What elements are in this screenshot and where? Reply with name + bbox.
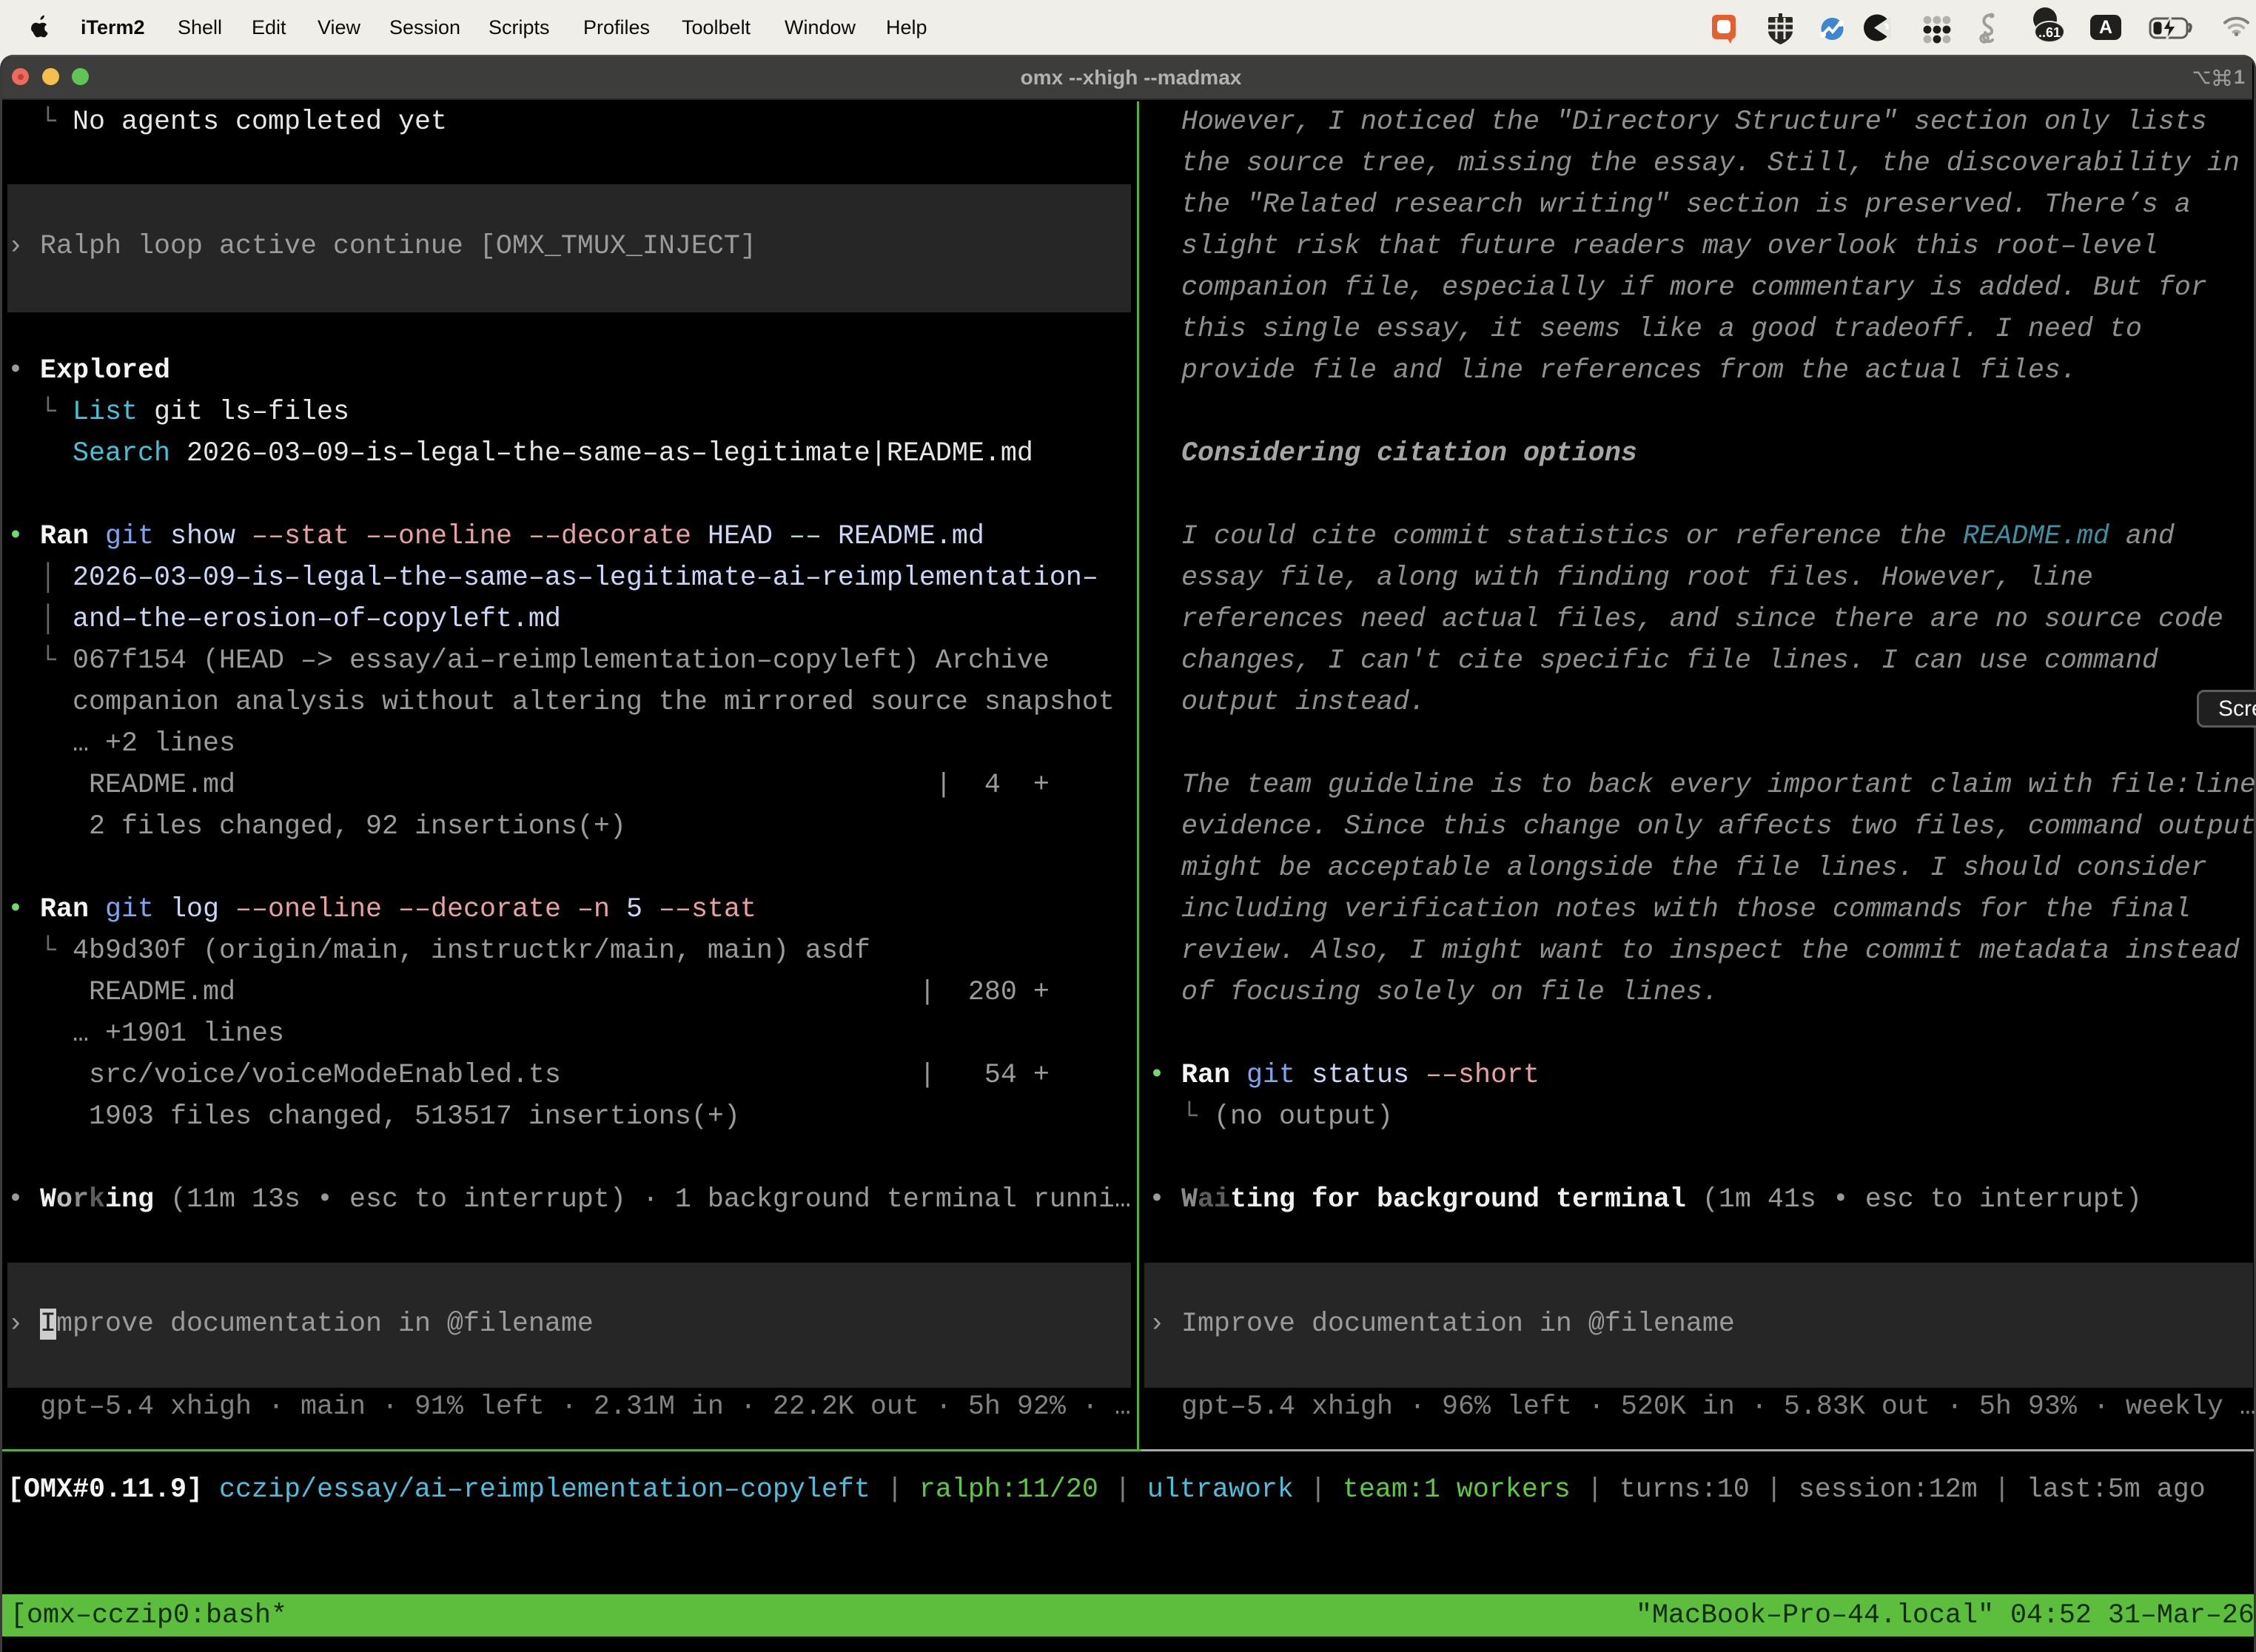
svg-text:..61: ..61 [2038,25,2061,40]
